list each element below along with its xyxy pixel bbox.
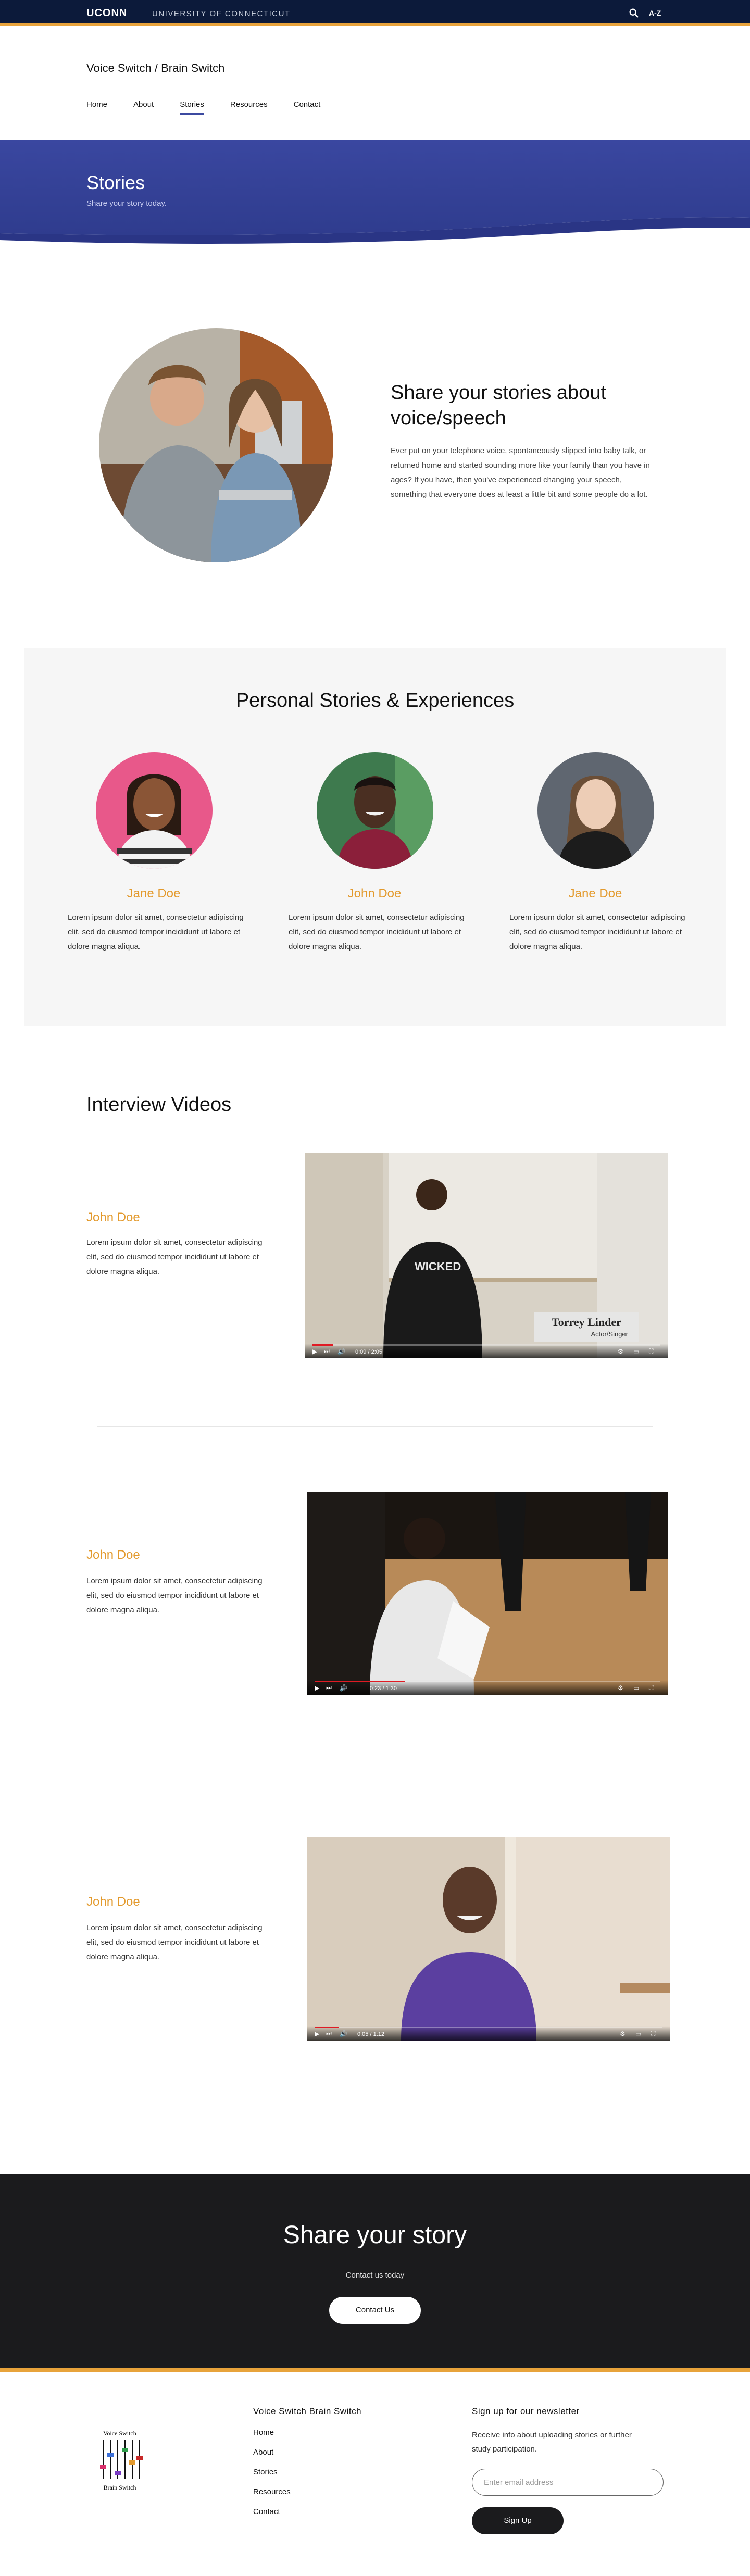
footer-links: Home About Stories Resources Contact [253, 2428, 291, 2527]
theater-icon[interactable]: ▭ [633, 1684, 639, 1692]
az-index-link[interactable]: A-Z [649, 9, 661, 17]
theater-icon[interactable]: ▭ [633, 1348, 639, 1355]
nav-resources[interactable]: Resources [230, 100, 268, 115]
video-player[interactable]: ▶ ⏭ 🔊 0:23 / 1:30 ⚙ ▭ ⛶ [307, 1492, 668, 1695]
email-field[interactable] [472, 2469, 664, 2496]
video-person-name: John Doe [86, 1210, 140, 1224]
cta-subtitle: Contact us today [345, 2271, 405, 2280]
nav-about[interactable]: About [133, 100, 154, 115]
volume-icon[interactable]: 🔊 [338, 1348, 345, 1355]
svg-text:WICKED: WICKED [415, 1260, 461, 1273]
story-text: Lorem ipsum dolor sit amet, consectetur … [509, 913, 685, 951]
footer-link-resources[interactable]: Resources [253, 2487, 291, 2507]
story-name: Jane Doe [568, 886, 622, 901]
video-time: 0:05 / 1:12 [357, 2031, 384, 2037]
story-text: Lorem ipsum dolor sit amet, consectetur … [289, 913, 465, 951]
avatar [538, 752, 654, 869]
footer-link-stories[interactable]: Stories [253, 2468, 291, 2487]
university-name[interactable]: UNIVERSITY OF CONNECTICUT [152, 9, 291, 18]
cta-section: Share your story Contact us today Contac… [0, 2174, 750, 2372]
avatar [96, 752, 213, 869]
search-icon[interactable] [628, 7, 640, 19]
footer-link-contact[interactable]: Contact [253, 2507, 291, 2527]
interview-videos-heading: Interview Videos [86, 1094, 232, 1116]
story-name: John Doe [347, 886, 402, 901]
logo-text-bottom: Brain Switch [104, 2484, 136, 2491]
video-time: 0:09 / 2:05 [355, 1349, 382, 1355]
video-description: Lorem ipsum dolor sit amet, consectetur … [86, 1238, 262, 1276]
play-icon[interactable]: ▶ [312, 1348, 317, 1355]
story-name: Jane Doe [127, 886, 181, 901]
footer-link-home[interactable]: Home [253, 2428, 291, 2448]
divider [97, 1426, 653, 1427]
settings-icon[interactable]: ⚙ [618, 1348, 623, 1355]
stories-heading: Personal Stories & Experiences [235, 690, 515, 711]
video-thumbnail [307, 1837, 670, 2041]
page-subtitle: Share your story today. [86, 199, 167, 208]
page-title: Stories [86, 172, 145, 193]
story-card: Jane Doe Lorem ipsum dolor sit amet, con… [509, 752, 697, 954]
settings-icon[interactable]: ⚙ [620, 2030, 626, 2037]
video-controls [307, 1680, 668, 1695]
cta-heading: Share your story [283, 2221, 467, 2249]
avatar [317, 752, 433, 869]
footer-site-title: Voice Switch Brain Switch [253, 2406, 362, 2416]
nav-home[interactable]: Home [86, 100, 107, 115]
contact-us-button[interactable]: Contact Us [329, 2297, 421, 2324]
hero-banner: Stories Share your story today. [0, 140, 750, 259]
next-icon[interactable]: ⏭ [324, 1347, 330, 1355]
theater-icon[interactable]: ▭ [635, 2030, 641, 2037]
volume-icon[interactable]: 🔊 [340, 2030, 347, 2037]
video-progress-bar[interactable] [315, 1681, 660, 1682]
fullscreen-icon[interactable]: ⛶ [649, 1347, 653, 1355]
video-description: Lorem ipsum dolor sit amet, consectetur … [86, 1577, 262, 1615]
volume-icon[interactable]: 🔊 [340, 1684, 347, 1692]
story-text: Lorem ipsum dolor sit amet, consectetur … [68, 913, 244, 951]
video-progress-bar[interactable] [315, 2027, 662, 2028]
video-caption-role: Actor/Singer [591, 1330, 628, 1338]
video-time: 0:23 / 1:30 [370, 1685, 397, 1692]
settings-icon[interactable]: ⚙ [618, 1684, 623, 1692]
intro-photo [99, 328, 333, 562]
main-nav: Home About Stories Resources Contact [86, 100, 346, 115]
fullscreen-icon[interactable]: ⛶ [649, 1684, 653, 1692]
intro-heading: Share your stories about voice/speech [391, 382, 607, 430]
footer-link-about[interactable]: About [253, 2448, 291, 2468]
video-person-name: John Doe [86, 1895, 140, 1909]
video-thumbnail [307, 1492, 668, 1695]
uconn-logo[interactable]: UCONN [86, 7, 127, 19]
play-icon[interactable]: ▶ [315, 2030, 319, 2037]
newsletter-heading: Sign up for our newsletter [472, 2406, 580, 2416]
next-icon[interactable]: ⏭ [326, 2030, 332, 2037]
video-progress-bar[interactable] [312, 1344, 660, 1346]
next-icon[interactable]: ⏭ [326, 1684, 332, 1692]
video-person-name: John Doe [86, 1548, 140, 1562]
newsletter-text: Receive info about uploading stories or … [472, 2431, 632, 2454]
intro-paragraph: Ever put on your telephone voice, sponta… [391, 446, 650, 499]
logo-text-top: Voice Switch [103, 2430, 136, 2437]
video-player[interactable]: WICKED Torrey Linder Actor/Singer ▶ ⏭ 🔊 … [305, 1153, 668, 1358]
nav-contact[interactable]: Contact [294, 100, 321, 115]
video-description: Lorem ipsum dolor sit amet, consectetur … [86, 1923, 262, 1961]
nav-stories[interactable]: Stories [180, 100, 204, 115]
site-title[interactable]: Voice Switch / Brain Switch [86, 61, 224, 75]
story-card: John Doe Lorem ipsum dolor sit amet, con… [289, 752, 476, 954]
university-top-bar: UCONN UNIVERSITY OF CONNECTICUT A-Z [0, 0, 750, 26]
fullscreen-icon[interactable]: ⛶ [651, 2030, 655, 2037]
video-player[interactable]: ▶ ⏭ 🔊 0:05 / 1:12 ⚙ ▭ ⛶ [307, 1837, 670, 2041]
sign-up-button[interactable]: Sign Up [472, 2507, 564, 2534]
site-logo[interactable]: Voice Switch Brain Switch [94, 2427, 146, 2495]
personal-stories-section: Personal Stories & Experiences Jane Doe … [24, 648, 726, 1026]
play-icon[interactable]: ▶ [315, 1684, 319, 1692]
video-caption-name: Torrey Linder [552, 1316, 621, 1329]
story-card: Jane Doe Lorem ipsum dolor sit amet, con… [68, 752, 255, 954]
